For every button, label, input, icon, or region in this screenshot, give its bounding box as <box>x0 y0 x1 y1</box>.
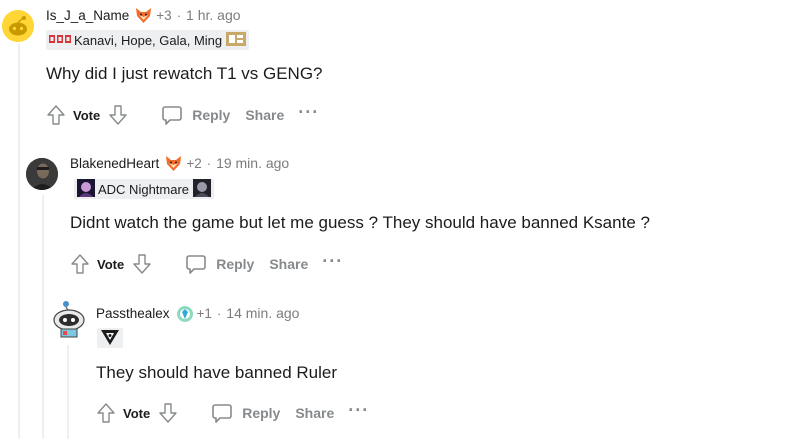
comment-body: Didnt watch the game but let me guess ? … <box>70 213 650 232</box>
comment-meta: Passthealex +1 · 14 min. ago <box>96 303 299 323</box>
downvote-icon[interactable] <box>106 103 130 127</box>
more-options-icon[interactable]: ··· <box>298 103 319 123</box>
reply-label: Reply <box>192 107 231 123</box>
reply-button[interactable]: Reply <box>210 401 280 425</box>
snoo-avatar-icon <box>2 10 34 42</box>
champion-portrait-icon <box>193 178 212 200</box>
comment-meta: Is_J_a_Name +3 · 1 hr. ago <box>46 5 241 25</box>
flair-text: Kanavi, Hope, Gala, Ming <box>74 32 223 48</box>
user-avatar[interactable] <box>49 298 89 338</box>
reply-button[interactable]: Reply <box>184 252 254 276</box>
comment-actions: Vote Reply Share ··· <box>94 399 369 427</box>
fox-award-icon[interactable] <box>165 155 182 172</box>
upvote-icon[interactable] <box>44 103 68 127</box>
user-flair[interactable]: Kanavi, Hope, Gala, Ming <box>46 30 250 50</box>
flair-text: ADC Nightmare <box>98 181 190 197</box>
share-label: Share <box>269 256 309 272</box>
comment-body: Why did I just rewatch T1 vs GENG? <box>46 64 323 83</box>
share-label: Share <box>245 107 285 123</box>
comment-meta: BlakenedHeart +2 · 19 min. ago <box>70 153 289 173</box>
user-photo-icon <box>26 158 58 190</box>
username[interactable]: Is_J_a_Name <box>46 8 129 23</box>
vote-label: Vote <box>73 107 101 123</box>
vote-label: Vote <box>97 256 125 272</box>
reply-label: Reply <box>216 256 255 272</box>
thread-line-level-3[interactable] <box>67 345 69 439</box>
user-flair[interactable]: ADC Nightmare <box>74 178 215 200</box>
downvote-icon[interactable] <box>130 252 154 276</box>
gem-award-icon[interactable] <box>176 305 193 322</box>
timestamp[interactable]: 1 hr. ago <box>186 7 241 23</box>
thread-line-level-1[interactable] <box>18 44 20 439</box>
rng-logo-icon <box>226 31 247 49</box>
upvote-icon[interactable] <box>94 401 118 425</box>
downvote-icon[interactable] <box>156 401 180 425</box>
comment-actions: Vote Reply Share ··· <box>44 101 319 129</box>
share-button[interactable]: Share <box>295 405 334 421</box>
lng-logo-icon <box>49 33 71 48</box>
reply-label: Reply <box>242 405 281 421</box>
vote-label: Vote <box>123 405 151 421</box>
thread-line-level-2[interactable] <box>42 195 44 439</box>
separator: · <box>206 155 212 171</box>
username[interactable]: Passthealex <box>96 306 170 321</box>
fox-award-icon[interactable] <box>135 7 152 24</box>
user-avatar[interactable] <box>26 158 58 190</box>
karma-count: +3 <box>156 7 172 23</box>
username[interactable]: BlakenedHeart <box>70 156 159 171</box>
more-options-icon[interactable]: ··· <box>322 252 343 272</box>
karma-count: +1 <box>196 305 212 321</box>
comment-bubble-icon <box>212 404 233 423</box>
share-button[interactable]: Share <box>245 107 284 123</box>
timestamp[interactable]: 19 min. ago <box>216 155 289 171</box>
team-logo-icon <box>100 328 120 349</box>
reply-button[interactable]: Reply <box>160 103 230 127</box>
champion-portrait-icon <box>77 178 95 200</box>
user-flair[interactable] <box>97 328 123 348</box>
snoo-astronaut-avatar-icon <box>53 301 85 338</box>
share-label: Share <box>295 405 335 421</box>
user-avatar[interactable] <box>2 10 34 42</box>
upvote-icon[interactable] <box>68 252 92 276</box>
comment-bubble-icon <box>162 106 183 125</box>
comment-actions: Vote Reply Share ··· <box>68 250 343 278</box>
separator: · <box>176 7 182 23</box>
comment-body: They should have banned Ruler <box>96 363 337 382</box>
timestamp[interactable]: 14 min. ago <box>226 305 299 321</box>
comment-bubble-icon <box>186 255 207 274</box>
karma-count: +2 <box>186 155 202 171</box>
share-button[interactable]: Share <box>269 256 308 272</box>
more-options-icon[interactable]: ··· <box>348 401 369 421</box>
separator: · <box>216 305 222 321</box>
